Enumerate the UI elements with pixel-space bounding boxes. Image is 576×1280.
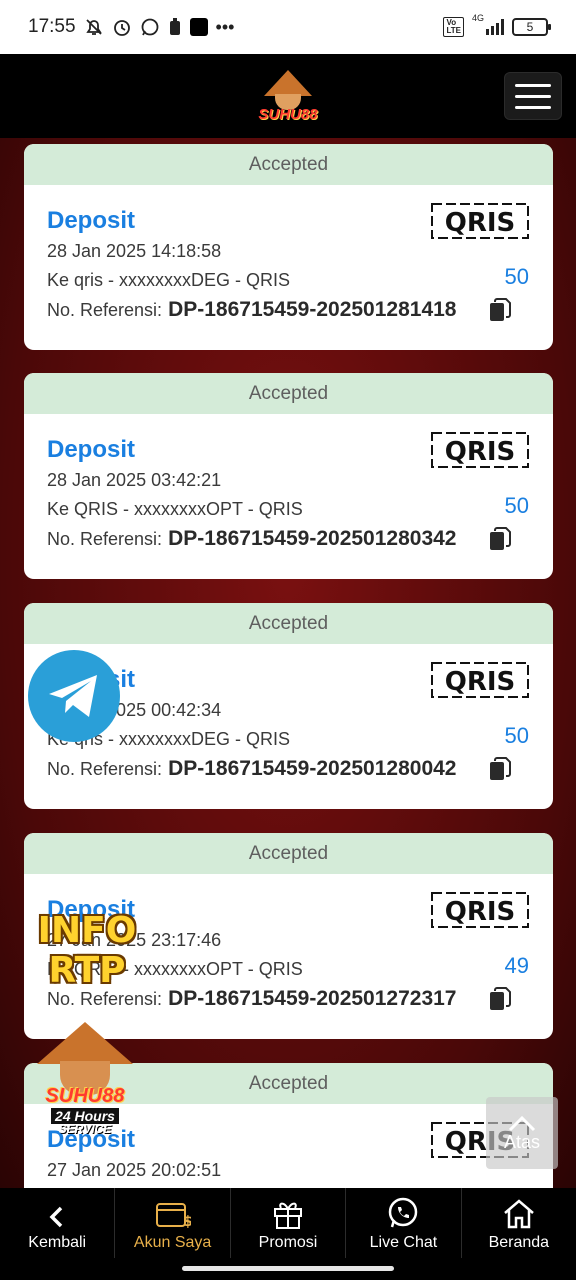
nav-home[interactable]: Beranda (462, 1188, 576, 1258)
transaction-date: 28 Jan 2025 03:42:21 (47, 470, 222, 490)
whatsapp-icon (389, 1197, 418, 1228)
notification-icons: ••• (84, 16, 235, 38)
transaction-type: Deposit (47, 436, 136, 463)
service-24h-button[interactable]: SUHU88 24 Hours SERVICE (30, 1022, 140, 1152)
reference-label: No. Referensi: (47, 300, 163, 320)
transaction-card[interactable]: Accepted Deposit QRIS 28 Jan 2025 03:42:… (24, 373, 553, 579)
transaction-amount: 50 (504, 493, 529, 518)
home-icon (504, 1199, 534, 1229)
nav-promotions[interactable]: Promosi (231, 1188, 347, 1258)
menu-bar (515, 94, 551, 98)
volte-icon: Vo LTE (443, 17, 464, 37)
reference-label: No. Referensi: (47, 529, 163, 549)
qris-text: QRIS (445, 208, 516, 238)
qris-text: QRIS (445, 667, 516, 697)
transaction-type: Deposit (47, 207, 136, 234)
network-type: 4G (471, 13, 484, 23)
copy-icon[interactable] (489, 527, 511, 551)
hat-icon (37, 1022, 133, 1064)
system-icons: Vo LTE 4G 5 (443, 13, 551, 37)
battery-icon: 5 (512, 18, 551, 36)
qris-text: QRIS (445, 897, 516, 927)
transaction-destination: Ke QRIS - xxxxxxxxOPT - QRIS (47, 499, 303, 519)
app-icon (189, 18, 208, 36)
status-badge: Accepted (24, 833, 553, 874)
nav-label: Live Chat (369, 1234, 438, 1251)
transaction-amount: 49 (504, 953, 529, 978)
transaction-date: 28 Jan 2025 14:18:58 (47, 241, 222, 261)
brand-name: SUHU88 (258, 105, 318, 123)
qris-logo-icon: QRIS (431, 203, 529, 239)
status-badge: Accepted (24, 144, 553, 185)
app-header: SUHU88 (0, 54, 576, 138)
info-rtp-line2: RTP (48, 950, 126, 991)
reference-number: DP-186715459-202501281418 (168, 298, 457, 321)
info-rtp-button[interactable]: INFO RTP (32, 906, 142, 996)
chevron-up-icon (508, 1115, 536, 1131)
status-time: 17:55 (28, 16, 76, 37)
gesture-handle[interactable] (182, 1266, 394, 1271)
reference-row: No. Referensi: DP-186715459-202501281418 (47, 298, 456, 322)
status-badge: Accepted (24, 373, 553, 414)
back-to-top-label: Atas (503, 1131, 541, 1152)
nav-label: Akun Saya (133, 1234, 212, 1251)
gift-icon (274, 1202, 303, 1229)
reference-row: No. Referensi: DP-186715459-202501280342 (47, 527, 456, 551)
nav-label: Promosi (258, 1234, 318, 1251)
qris-text: QRIS (445, 437, 516, 467)
copy-icon[interactable] (489, 757, 511, 781)
menu-bar (515, 105, 551, 109)
service-label: SERVICE (58, 1122, 112, 1136)
bottom-navigation: Kembali $ Akun Saya Promosi Live Chat Be… (0, 1188, 576, 1258)
copy-icon[interactable] (489, 298, 511, 322)
alarm-icon (113, 20, 130, 36)
hamburger-menu-button[interactable] (504, 72, 562, 120)
chevron-left-icon (49, 1206, 63, 1228)
hat-icon (264, 69, 312, 96)
nav-live-chat[interactable]: Live Chat (346, 1188, 462, 1258)
info-rtp-line1: INFO (37, 910, 137, 951)
back-to-top-button[interactable]: Atas (486, 1097, 558, 1169)
wallet-icon: $ (155, 1203, 191, 1230)
reference-number: DP-186715459-202501272317 (168, 987, 457, 1010)
nav-label: Beranda (488, 1234, 550, 1251)
qris-logo-icon: QRIS (431, 892, 529, 928)
svg-text:$: $ (183, 1214, 191, 1230)
reference-label: No. Referensi: (47, 759, 163, 779)
transaction-date: 27 Jan 2025 20:02:51 (47, 1160, 222, 1180)
nav-my-account[interactable]: $ Akun Saya (115, 1188, 231, 1258)
telegram-button[interactable] (28, 650, 120, 742)
nav-label: Kembali (28, 1234, 87, 1251)
reference-row: No. Referensi: DP-186715459-202501280042 (47, 757, 456, 781)
status-badge: Accepted (24, 603, 553, 644)
telegram-icon (49, 675, 97, 717)
bell-off-icon (85, 19, 102, 35)
qris-logo-icon: QRIS (431, 662, 529, 698)
service-brand: SUHU88 (45, 1085, 125, 1107)
reference-number: DP-186715459-202501280042 (168, 757, 457, 780)
nav-back[interactable]: Kembali (0, 1188, 116, 1258)
status-bar: 17:55 ••• Vo LTE 4G 5 (0, 0, 576, 54)
signal-icon (486, 19, 504, 35)
transaction-card[interactable]: Accepted Deposit QRIS 28 Jan 2025 14:18:… (24, 144, 553, 350)
whatsapp-status-icon (141, 18, 158, 36)
copy-icon[interactable] (489, 987, 511, 1011)
transaction-destination: Ke qris - xxxxxxxxDEG - QRIS (47, 270, 291, 290)
reference-number: DP-186715459-202501280342 (168, 527, 457, 550)
gesture-bar (0, 1258, 576, 1280)
transaction-amount: 50 (504, 723, 529, 748)
brand-logo[interactable]: SUHU88 (258, 69, 318, 123)
transaction-amount: 50 (504, 264, 529, 289)
qris-logo-icon: QRIS (431, 432, 529, 468)
menu-bar (515, 83, 551, 87)
battery-saver-icon (169, 18, 180, 35)
more-icon: ••• (215, 16, 235, 37)
